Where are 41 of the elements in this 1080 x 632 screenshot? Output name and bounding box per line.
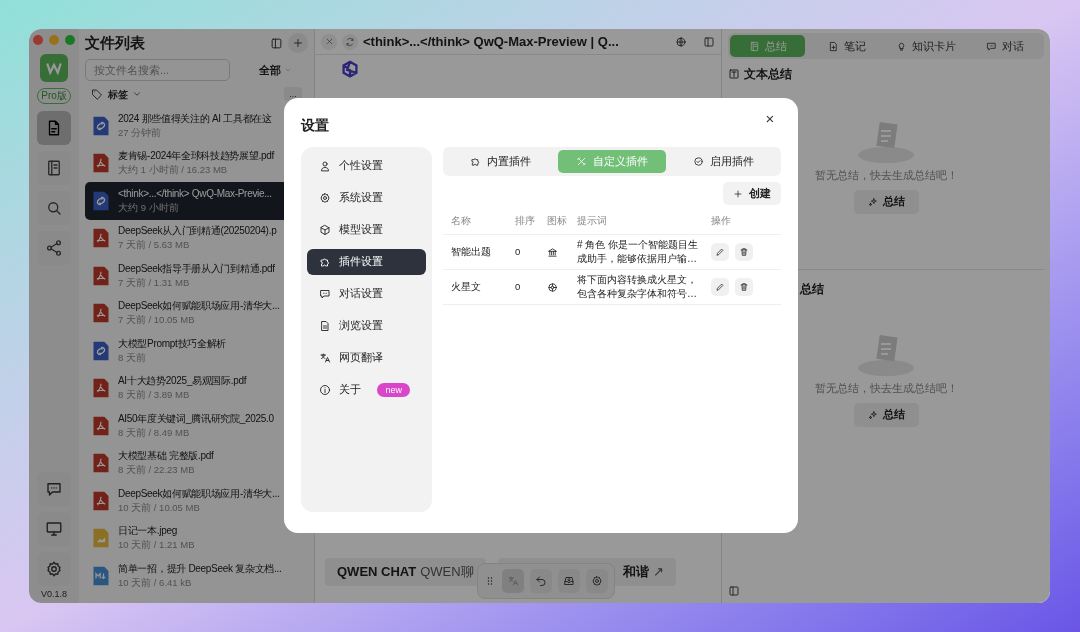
file-name: <think>...</think> QwQ-Max-Previe... <box>118 186 272 201</box>
file-meta: 8 天前 / 22.23 MB <box>118 463 196 478</box>
file-name: AI十大趋势2025_易观国际.pdf <box>118 374 247 389</box>
file-name: 大模型基础 完整版.pdf <box>118 449 214 464</box>
file-name: 麦肯锡-2024年全球科技趋势展望.pdf <box>118 149 274 164</box>
page-title: <think>...</think> QwQ-Max-Preview | Q... <box>363 32 619 51</box>
file-meta: 8 天前 / 8.49 MB <box>118 425 191 440</box>
file-meta: 10 天前 / 10.05 MB <box>118 500 201 515</box>
file-name: AI50年度关键词_腾讯研究院_2025.0 <box>118 411 274 426</box>
dialog-title: 设置 <box>301 115 329 135</box>
file-meta: 8 天前 <box>118 350 147 365</box>
file-name: 2024 那些值得关注的 AI 工具都在这 <box>118 111 272 126</box>
empty-state-text: 暂无总结，快去生成总结吧！ <box>814 381 958 396</box>
column-header: 提示词 <box>577 214 608 229</box>
table-cell-text: 火星文 <box>451 279 482 294</box>
file-name: DeepSeek如何赋能职场应用-清华大... <box>118 299 280 314</box>
column-header: 操作 <box>711 214 732 229</box>
column-header: 排序 <box>515 214 536 229</box>
file-name: 大模型Prompt技巧全解析 <box>118 336 227 351</box>
table-cell-text: # 角色 你是一个智能题目生成助手，能够依据用户输… <box>577 238 700 266</box>
table-cell-text: 0 <box>515 244 522 259</box>
section-title: 文本总结 <box>744 66 792 83</box>
file-name: DeepSeek如何赋能职场应用-清华大... <box>118 486 280 501</box>
table-cell-text: 将下面内容转换成火星文，包含各种复杂字体和符号… <box>577 273 698 301</box>
file-meta: 10 天前 / 1.21 MB <box>118 538 195 553</box>
empty-state-text: 暂无总结，快去生成总结吧！ <box>814 168 958 183</box>
column-header: 图标 <box>547 214 568 229</box>
panel-title: 文件列表 <box>85 32 145 53</box>
file-name: 日记一本.jpeg <box>118 524 178 539</box>
file-meta: 10 天前 / 6.41 kB <box>118 575 193 590</box>
file-meta: 大约 9 小时前 <box>118 200 180 215</box>
file-name: 简单一招，提升 DeepSeek 复杂文档... <box>118 561 282 576</box>
section-title: 总结 <box>800 281 824 298</box>
file-name: DeepSeek从入门到精通(20250204).p <box>118 224 277 239</box>
table-cell-text: 智能出题 <box>451 244 492 259</box>
file-name: DeepSeek指导手册从入门到精通.pdf <box>118 261 275 276</box>
column-header: 名称 <box>451 214 472 229</box>
file-meta: 8 天前 / 3.89 MB <box>118 388 191 403</box>
table-cell-text: 0 <box>515 279 522 294</box>
version-label: V0.1.8 <box>41 587 67 601</box>
new-badge: new <box>377 383 410 397</box>
